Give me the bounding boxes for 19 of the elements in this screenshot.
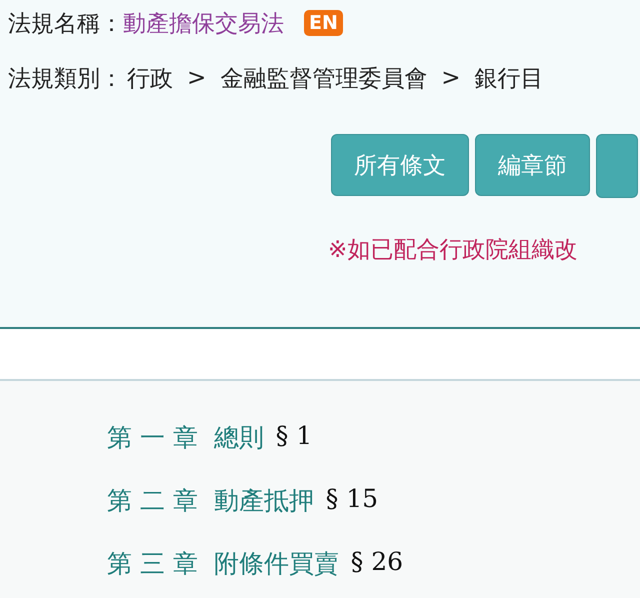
- notice-text: ※如已配合行政院組織改: [327, 236, 578, 265]
- field-label: 法規名稱：: [8, 10, 123, 38]
- view-button[interactable]: [596, 134, 638, 198]
- breadcrumb-separator: >: [187, 65, 206, 91]
- breadcrumb-separator: >: [441, 65, 461, 91]
- section-number: § 1: [276, 421, 312, 452]
- english-badge[interactable]: EN: [304, 10, 343, 36]
- breadcrumb-item: 行政: [127, 64, 173, 94]
- view-button[interactable]: 所有條文: [331, 134, 469, 196]
- section-number: § 15: [326, 484, 378, 515]
- view-button[interactable]: 編章節: [475, 134, 590, 196]
- law-name-link[interactable]: 動產擔保交易法: [123, 8, 284, 38]
- breadcrumb-item: 銀行目: [474, 64, 544, 94]
- section-number: § 26: [350, 547, 404, 578]
- chapter-link[interactable]: 第 三 章 附條件買賣: [107, 547, 339, 598]
- chapter-link[interactable]: 第 一 章 總則: [107, 421, 264, 484]
- field-label: 法規類別：: [8, 64, 123, 94]
- chapter-link[interactable]: 第 二 章 動產抵押: [107, 484, 314, 547]
- breadcrumb-item: 金融監督管理委員會: [220, 64, 428, 94]
